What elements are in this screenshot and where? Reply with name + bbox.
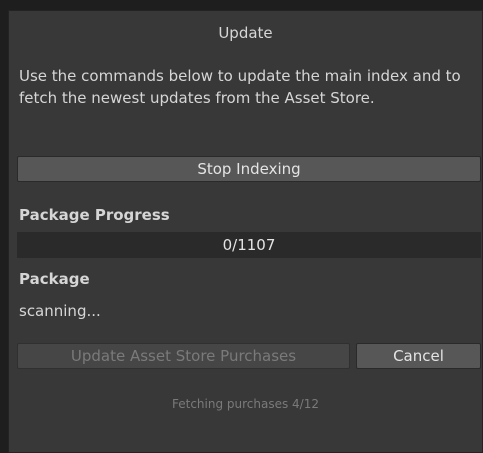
stop-indexing-button[interactable]: Stop Indexing (17, 156, 481, 182)
dialog-description: Use the commands below to update the mai… (19, 67, 461, 107)
fetching-status: Fetching purchases 4/12 (171, 397, 319, 411)
package-status: scanning... (19, 302, 101, 320)
package-label: Package (19, 270, 90, 288)
package-progress-bar: 0/1107 (17, 232, 481, 258)
dialog-title: Update (218, 24, 273, 42)
update-asset-store-purchases-button[interactable]: Update Asset Store Purchases (17, 343, 350, 369)
progress-text: 0/1107 (222, 236, 276, 254)
update-dialog: Update Use the commands below to update … (8, 10, 483, 453)
cancel-button[interactable]: Cancel (356, 343, 481, 369)
package-progress-label: Package Progress (19, 206, 170, 224)
